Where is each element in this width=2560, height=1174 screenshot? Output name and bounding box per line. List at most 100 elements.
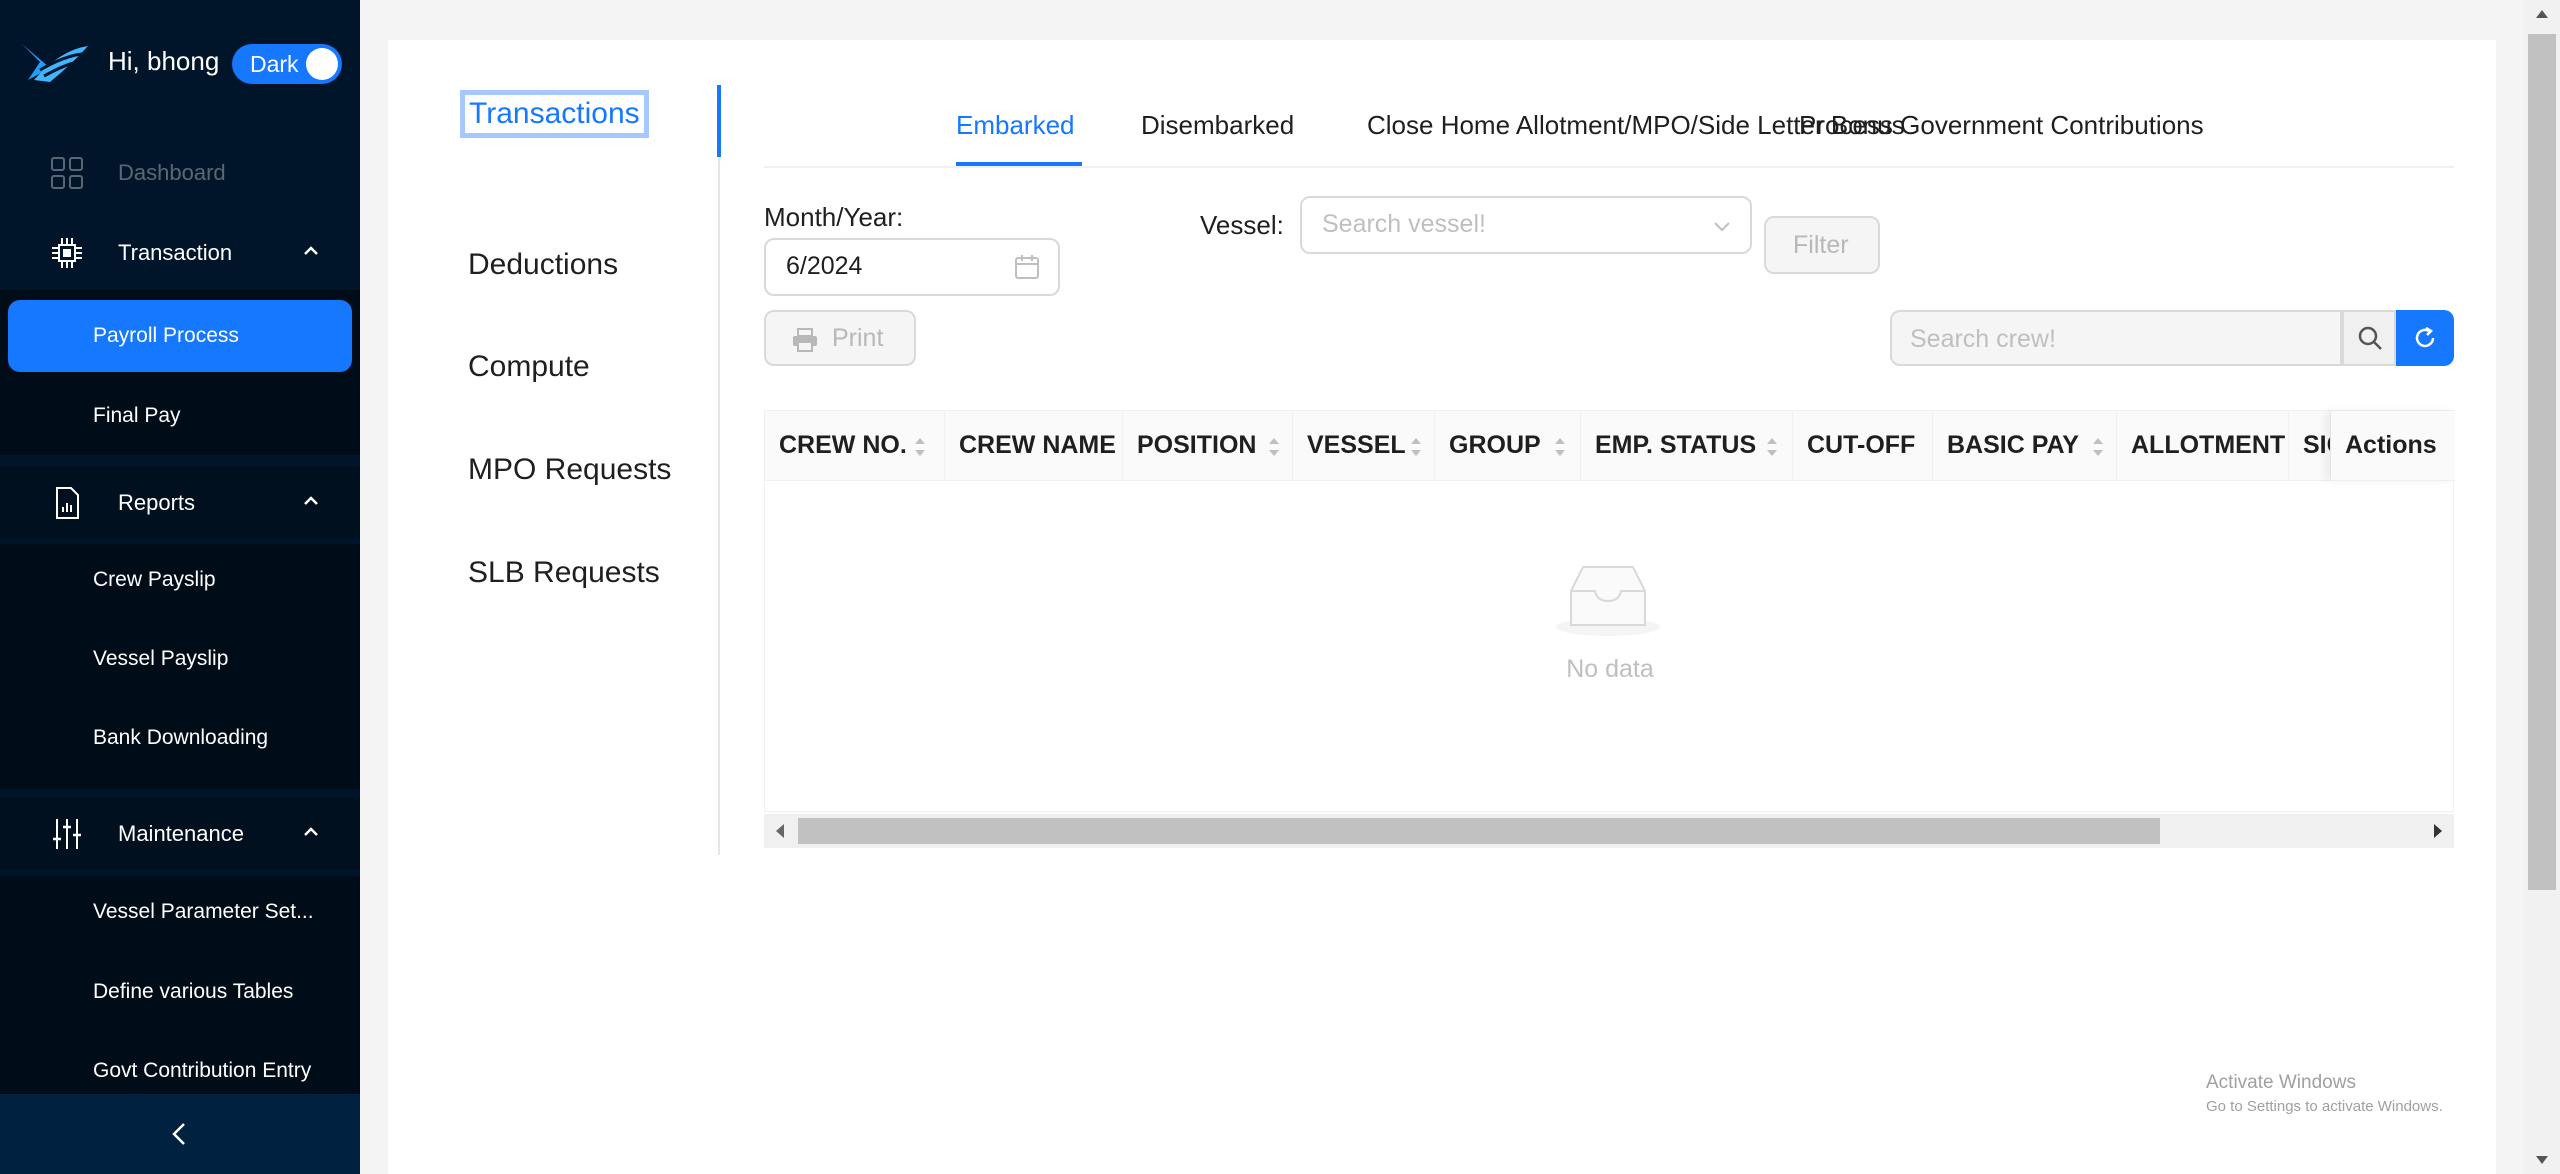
chevron-up-icon <box>304 827 318 836</box>
tab-embarked[interactable]: Embarked <box>956 110 1075 141</box>
activate-windows-subtitle: Go to Settings to activate Windows. <box>2206 1098 2443 1115</box>
menu-dashboard-label: Dashboard <box>118 160 226 185</box>
activate-windows-title: Activate Windows <box>2206 1072 2356 1093</box>
sort-icon <box>1767 438 1777 456</box>
column-label: Actions <box>2345 431 2437 459</box>
submenu-final-pay[interactable]: Final Pay <box>0 380 360 452</box>
submenu-label: Final Pay <box>93 404 181 427</box>
menu-transaction-label: Transaction <box>118 240 233 265</box>
submenu-crew-payslip[interactable]: Crew Payslip <box>0 544 360 616</box>
filter-button[interactable]: Filter <box>1764 216 1880 274</box>
sort-icon <box>2093 438 2103 456</box>
column-label: CUT-OFF <box>1807 431 1916 459</box>
chip-icon <box>52 238 82 268</box>
month-year-value: 6/2024 <box>786 252 863 280</box>
search-button[interactable] <box>2342 310 2396 366</box>
content-card: Transactions Deductions Compute MPO Requ… <box>388 40 2496 1174</box>
calendar-icon <box>1015 255 1039 279</box>
column-label: GROUP <box>1449 431 1541 459</box>
month-year-picker[interactable]: 6/2024 <box>764 238 1060 296</box>
submenu-label: Vessel Parameter Set... <box>93 900 314 923</box>
crew-search-input[interactable]: Search crew! <box>1890 310 2342 366</box>
column-position[interactable]: POSITION <box>1123 411 1293 481</box>
vtab-compute[interactable]: Compute <box>468 350 590 384</box>
chevron-up-icon <box>304 246 318 255</box>
month-year-label: Month/Year: <box>764 202 904 232</box>
column-vessel[interactable]: VESSEL <box>1293 411 1435 481</box>
column-basic-pay[interactable]: BASIC PAY <box>1933 411 2117 481</box>
column-crew-no[interactable]: CREW NO. <box>765 411 945 481</box>
vtab-deductions[interactable]: Deductions <box>468 248 618 282</box>
scroll-up-icon[interactable] <box>2535 8 2549 20</box>
column-actions[interactable]: Actions <box>2331 411 2455 481</box>
submenu-label: Crew Payslip <box>93 568 216 591</box>
vessel-label: Vessel: <box>1200 210 1284 240</box>
horizontal-scrollbar[interactable] <box>764 814 2454 848</box>
submenu-bank-downloading[interactable]: Bank Downloading <box>0 702 360 774</box>
menu-transaction[interactable]: Transaction <box>0 216 360 288</box>
menu-reports-label: Reports <box>118 490 196 515</box>
vertical-tab-ink <box>717 85 721 157</box>
submenu-payroll-process[interactable]: Payroll Process <box>8 300 352 372</box>
empty-inbox-icon <box>1556 566 1660 636</box>
column-label: ALLOTMENT <box>2131 431 2286 459</box>
column-sig[interactable]: SIG <box>2289 411 2331 481</box>
horizontal-scroll-thumb[interactable] <box>798 818 2160 844</box>
filter-button-label: Filter <box>1793 231 1849 259</box>
column-label: CREW NAME <box>959 431 1116 459</box>
sort-icon <box>1269 438 1279 456</box>
submenu-label: Govt Contribution Entry <box>93 1059 312 1082</box>
scroll-right-icon[interactable] <box>2432 823 2444 839</box>
vertical-scroll-thumb[interactable] <box>2528 34 2556 890</box>
column-group[interactable]: GROUP <box>1435 411 1581 481</box>
column-label: CREW NO. <box>779 431 907 459</box>
logo-icon <box>22 44 88 82</box>
sort-icon <box>915 438 925 456</box>
column-emp-status[interactable]: EMP. STATUS <box>1581 411 1793 481</box>
active-tab-ink <box>956 162 1082 166</box>
column-label: EMP. STATUS <box>1595 431 1757 459</box>
vtab-mpo-requests[interactable]: MPO Requests <box>468 453 671 487</box>
vtab-slb-requests[interactable]: SLB Requests <box>468 556 660 590</box>
report-icon <box>56 487 79 519</box>
submenu-vessel-payslip[interactable]: Vessel Payslip <box>0 623 360 695</box>
vessel-select[interactable]: Search vessel! <box>1300 196 1752 254</box>
maintenance-submenu: Vessel Parameter Set... Define various T… <box>0 876 360 1094</box>
column-crew-name[interactable]: CREW NAME <box>945 411 1123 481</box>
dark-mode-toggle[interactable]: Dark <box>232 44 342 84</box>
submenu-label: Define various Tables <box>93 980 294 1003</box>
menu-reports[interactable]: Reports <box>0 466 360 538</box>
submenu-define-tables[interactable]: Define various Tables <box>0 956 360 1028</box>
search-icon <box>2358 326 2382 350</box>
user-greeting: Hi, bhong <box>108 46 220 76</box>
submenu-label: Bank Downloading <box>93 726 269 749</box>
collapse-sidebar-icon[interactable] <box>168 1120 192 1148</box>
chevron-up-icon <box>304 496 318 505</box>
sidebar-header: Hi, bhong Dark <box>0 0 360 130</box>
column-allotment[interactable]: ALLOTMENT <box>2117 411 2289 481</box>
print-button[interactable]: Print <box>764 310 916 366</box>
scroll-left-icon[interactable] <box>774 823 786 839</box>
toggle-knob <box>306 48 338 80</box>
vertical-scrollbar[interactable] <box>2524 0 2560 1174</box>
vessel-placeholder: Search vessel! <box>1322 210 1486 238</box>
menu-maintenance[interactable]: Maintenance <box>0 797 360 869</box>
menu-dashboard[interactable]: Dashboard <box>0 136 360 208</box>
vertical-tabs-divider <box>718 85 720 855</box>
tab-process-government-contributions[interactable]: Process Government Contributions <box>1799 110 2204 141</box>
chevron-down-icon <box>1714 222 1730 232</box>
submenu-label: Payroll Process <box>93 324 239 347</box>
refresh-button[interactable] <box>2396 310 2454 366</box>
vtab-transactions[interactable]: Transactions <box>460 90 649 138</box>
sidebar-footer <box>0 1094 360 1174</box>
column-label: SIG <box>2303 431 2330 459</box>
tab-disembarked[interactable]: Disembarked <box>1141 110 1294 141</box>
column-label: POSITION <box>1137 431 1257 459</box>
column-label: BASIC PAY <box>1947 431 2079 459</box>
printer-icon <box>793 328 817 352</box>
column-cut-off[interactable]: CUT-OFF <box>1793 411 1933 481</box>
crew-table: CREW NO. CREW NAME POSITION VESSEL GROUP… <box>764 410 2455 812</box>
scroll-down-icon[interactable] <box>2535 1154 2549 1166</box>
crew-search-placeholder: Search crew! <box>1910 325 2056 353</box>
submenu-vessel-parameter[interactable]: Vessel Parameter Set... <box>0 876 360 948</box>
